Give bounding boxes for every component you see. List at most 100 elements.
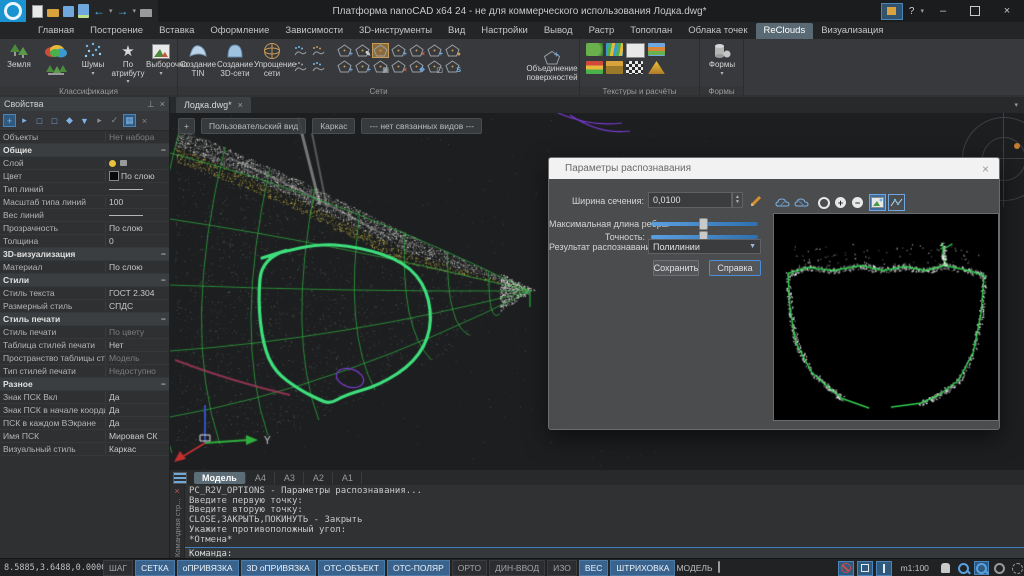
- cloud-below-icon[interactable]: [793, 194, 810, 211]
- section-width-spinner[interactable]: ▲▼: [732, 192, 743, 208]
- mesh-tool-icon[interactable]: [372, 43, 389, 58]
- property-row[interactable]: ПрозрачностьПо слою: [0, 222, 169, 235]
- classify-cloud-button[interactable]: [38, 41, 74, 81]
- status-toggle-ИЗО[interactable]: ИЗО: [547, 560, 577, 576]
- viewport-menu-button[interactable]: +: [178, 118, 195, 134]
- preview-image-icon[interactable]: ▦: [123, 114, 136, 127]
- status-toggle-ОТС-ПОЛЯР[interactable]: ОТС-ПОЛЯР: [387, 560, 450, 576]
- ribbon-tab-Вывод[interactable]: Вывод: [536, 23, 581, 39]
- selection-cursor-icon[interactable]: [793, 562, 806, 574]
- texture-tool-icon[interactable]: [606, 43, 623, 56]
- mesh-tool-icon[interactable]: +: [390, 43, 407, 58]
- create-3dmesh-button[interactable]: Создание 3D-сети: [217, 41, 253, 78]
- property-row[interactable]: Имя ПСКМировая СК: [0, 430, 169, 443]
- annotation-scale[interactable]: m1:100: [901, 563, 929, 573]
- property-row[interactable]: Стиль текстаГОСТ 2.304: [0, 287, 169, 300]
- annoscale-lock-icon[interactable]: [838, 561, 854, 576]
- properties-section-Общие[interactable]: Общие−: [0, 144, 169, 157]
- status-toggle-ШТРИХОВКА[interactable]: ШТРИХОВКА: [610, 560, 675, 576]
- mesh-tool-icon[interactable]: ✎: [354, 43, 371, 58]
- property-row[interactable]: Таблица стилей печатиНет: [0, 339, 169, 352]
- properties-section-Стиль печати[interactable]: Стиль печати−: [0, 313, 169, 326]
- pin-icon[interactable]: ⊥: [147, 99, 155, 110]
- mesh-tool-icon[interactable]: +: [354, 59, 371, 74]
- properties-section-Разное[interactable]: Разное−: [0, 378, 169, 391]
- redo-icon[interactable]: →: [117, 5, 129, 18]
- annotation-chain-icon[interactable]: [718, 562, 731, 574]
- texture-tool-icon[interactable]: [586, 43, 603, 56]
- minimize-button[interactable]: –: [930, 2, 956, 20]
- ribbon-tab-Растр[interactable]: Растр: [581, 23, 623, 39]
- pan-icon[interactable]: [938, 561, 953, 575]
- new-file-icon[interactable]: [32, 5, 43, 18]
- properties-section-Стили[interactable]: Стили−: [0, 274, 169, 287]
- by-attribute-button[interactable]: ★ По атрибуту ▾: [110, 41, 146, 85]
- redo-dropdown-icon[interactable]: ▾: [133, 7, 137, 15]
- close-button[interactable]: ×: [994, 2, 1020, 20]
- ribbon-tab-Вставка[interactable]: Вставка: [151, 23, 202, 39]
- clear-icon[interactable]: ×: [138, 114, 151, 127]
- save-icon[interactable]: [63, 6, 74, 17]
- texture-tool-icon[interactable]: [606, 61, 623, 74]
- zoom-window-icon[interactable]: [992, 561, 1007, 575]
- texture-tool-icon[interactable]: [626, 43, 645, 58]
- undo-icon[interactable]: ←: [93, 5, 105, 18]
- show-polyline-toggle-icon[interactable]: [888, 194, 905, 211]
- mesh-tool-icon[interactable]: +: [426, 43, 443, 58]
- property-row[interactable]: Цвет По слою: [0, 170, 169, 183]
- save-button[interactable]: Сохранить: [653, 260, 699, 276]
- select-add-icon[interactable]: +: [3, 114, 16, 127]
- ribbon-tab-Оформление[interactable]: Оформление: [202, 23, 277, 39]
- visual-style-button[interactable]: Каркас: [312, 118, 355, 134]
- sheet-tab-А4[interactable]: А4: [247, 472, 275, 484]
- ribbon-tab-Зависимости[interactable]: Зависимости: [277, 23, 351, 39]
- ribbon-tab-Построение[interactable]: Построение: [82, 23, 151, 39]
- pick-width-pencil-icon[interactable]: [750, 193, 764, 207]
- zoom-in-icon[interactable]: +: [832, 194, 849, 211]
- dialog-close-icon[interactable]: ×: [982, 162, 989, 176]
- simplify-mesh-button[interactable]: Упрощение сети: [254, 41, 290, 78]
- property-row[interactable]: ПСК в каждом ВЭкранеДа: [0, 417, 169, 430]
- sheet-tab-Модель[interactable]: Модель: [194, 472, 246, 484]
- property-row[interactable]: Размерный стильСПДС: [0, 300, 169, 313]
- property-row[interactable]: Толщина0: [0, 235, 169, 248]
- zoom-icon[interactable]: [956, 561, 971, 575]
- property-row[interactable]: Тип линий: [0, 183, 169, 196]
- property-row[interactable]: Масштаб типа линий100: [0, 196, 169, 209]
- cloud-tool-icon[interactable]: [310, 59, 327, 74]
- section-width-input[interactable]: 0,0100: [648, 192, 732, 208]
- help-dialog-button[interactable]: Справка: [709, 260, 761, 276]
- cloud-tool-icon[interactable]: [292, 59, 309, 74]
- help-dropdown-icon[interactable]: ▾: [920, 7, 924, 15]
- mesh-tool-icon[interactable]: +: [336, 43, 353, 58]
- texture-tool-icon[interactable]: [648, 61, 665, 74]
- store-icon[interactable]: [881, 3, 903, 20]
- selective-button[interactable]: Выборочно ▾: [146, 41, 176, 77]
- mesh-tool-icon[interactable]: ✥: [408, 59, 425, 74]
- command-line-close-icon[interactable]: ×: [174, 485, 179, 497]
- cloud-tool-icon[interactable]: [310, 43, 327, 58]
- ribbon-tab-Вид[interactable]: Вид: [440, 23, 473, 39]
- dialog-titlebar[interactable]: Параметры распознавания ×: [549, 158, 999, 179]
- ribbon-tab-3D-инструменты[interactable]: 3D-инструменты: [351, 23, 440, 39]
- maximize-button[interactable]: [962, 2, 988, 20]
- mesh-tool-icon[interactable]: ×: [390, 59, 407, 74]
- ground-button[interactable]: Земля: [1, 41, 37, 70]
- property-row[interactable]: Пространство таблицы стилей печатиМодель: [0, 352, 169, 365]
- mesh-tool-icon[interactable]: ▢: [426, 59, 443, 74]
- quick-select-icon[interactable]: ◆: [63, 114, 76, 127]
- view-name-button[interactable]: Пользовательский вид: [201, 118, 306, 134]
- texture-tool-icon[interactable]: [586, 61, 603, 74]
- sheet-tab-А2[interactable]: А2: [305, 472, 333, 484]
- status-toggle-ДИН-ВВОД[interactable]: ДИН-ВВОД: [489, 560, 545, 576]
- model-space-label[interactable]: МОДЕЛЬ: [676, 563, 712, 573]
- status-toggle-3D оПРИВЯЗКА[interactable]: 3D оПРИВЯЗКА: [241, 560, 316, 576]
- property-row[interactable]: Знак ПСК в начале координатДа: [0, 404, 169, 417]
- property-row[interactable]: Знак ПСК ВклДа: [0, 391, 169, 404]
- property-row[interactable]: ОбъектыНет набора: [0, 131, 169, 144]
- status-toggle-оПРИВЯЗКА[interactable]: оПРИВЯЗКА: [177, 560, 239, 576]
- create-tin-button[interactable]: Создание TIN: [180, 41, 216, 78]
- select-check-icon[interactable]: ✓: [108, 114, 121, 127]
- result-combobox[interactable]: Полилинии ▼: [648, 239, 761, 254]
- sheet-tab-А1[interactable]: А1: [334, 472, 362, 484]
